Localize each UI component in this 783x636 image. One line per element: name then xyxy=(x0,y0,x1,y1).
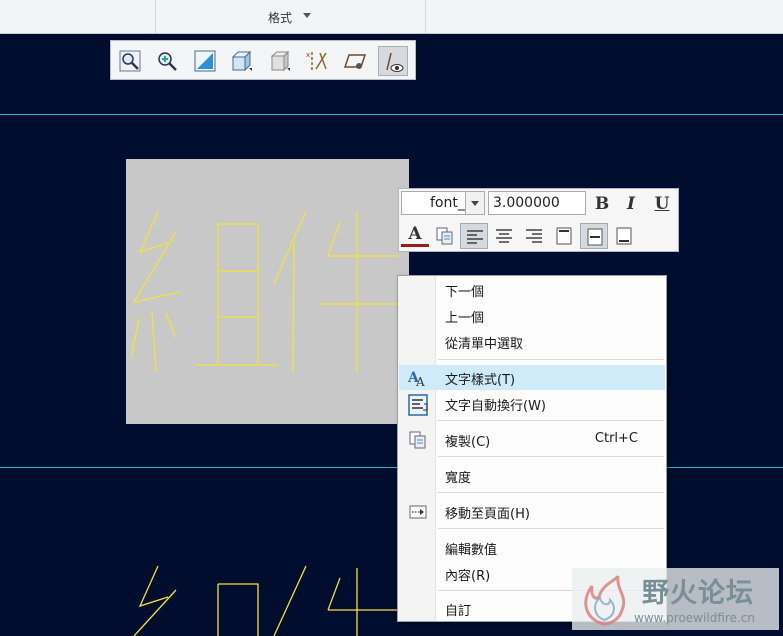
copy-icon xyxy=(407,429,429,455)
italic-button[interactable]: I xyxy=(617,191,645,217)
menu-item-label: 下一個 xyxy=(445,285,485,300)
align-center-icon xyxy=(496,229,512,243)
note-text-lower xyxy=(133,565,398,636)
menu-item-label: 寬度 xyxy=(445,471,472,486)
underline-button[interactable]: U xyxy=(648,191,676,217)
menu-item-pick-from-list[interactable]: 從清單中選取 xyxy=(399,329,665,354)
menu-item-label: 複製(C) xyxy=(445,435,491,450)
menu-separator xyxy=(438,492,664,493)
menu-item-shortcut: Ctrl+C xyxy=(594,431,638,446)
align-top-button[interactable] xyxy=(550,223,578,249)
align-bottom-button[interactable] xyxy=(610,223,638,249)
watermark-url: www.proewildfire.cn xyxy=(634,611,755,625)
align-left-button[interactable] xyxy=(460,223,488,249)
align-top-icon xyxy=(556,227,572,245)
text-style-icon: A A xyxy=(407,367,429,393)
menu-item-edit-value[interactable]: 編輯數值 xyxy=(399,535,665,560)
align-bottom-icon xyxy=(616,227,632,245)
copy-format-icon xyxy=(436,227,453,245)
align-left-icon xyxy=(467,230,483,244)
font-select-value: font_ xyxy=(430,195,465,211)
menu-item-label: 從清單中選取 xyxy=(445,337,524,352)
menu-separator xyxy=(438,528,664,529)
bold-button[interactable]: B xyxy=(588,191,616,217)
menu-item-label: 文字自動換行(W) xyxy=(445,399,546,414)
menu-item-label: 移動至頁面(H) xyxy=(445,507,530,522)
menu-item-label: 上一個 xyxy=(445,311,485,326)
menu-item-text-wrap[interactable]: 文字自動換行(W) xyxy=(399,391,665,416)
note-text-upper xyxy=(130,210,398,373)
text-color-button[interactable]: A xyxy=(401,223,429,247)
menu-item-label: 內容(R) xyxy=(445,569,491,584)
align-middle-icon xyxy=(587,228,603,246)
text-format-toolbar: font_ B I U A xyxy=(398,188,679,252)
chevron-down-icon[interactable] xyxy=(465,192,484,214)
menu-item-copy[interactable]: 複製(C) Ctrl+C xyxy=(399,427,665,452)
menu-item-label: 自訂 xyxy=(445,604,472,619)
paste-format-button[interactable] xyxy=(431,223,459,249)
align-right-button[interactable] xyxy=(520,223,548,249)
menu-item-next[interactable]: 下一個 xyxy=(399,277,665,302)
align-middle-button[interactable] xyxy=(580,223,608,249)
align-right-icon xyxy=(526,229,542,243)
menu-item-previous[interactable]: 上一個 xyxy=(399,303,665,328)
menu-item-move-to-sheet[interactable]: 移動至頁面(H) xyxy=(399,499,665,524)
font-select[interactable]: font_ xyxy=(401,191,485,215)
menu-separator xyxy=(438,456,664,457)
move-to-sheet-icon xyxy=(407,501,429,527)
align-center-button[interactable] xyxy=(490,223,518,249)
flame-logo-icon xyxy=(584,575,626,626)
forum-watermark: 野火论坛 www.proewildfire.cn xyxy=(572,568,779,630)
text-wrap-icon xyxy=(407,393,431,421)
svg-text:A: A xyxy=(415,375,425,389)
menu-item-label: 編輯數值 xyxy=(445,543,498,558)
text-height-input[interactable] xyxy=(488,191,586,215)
menu-item-label: 文字樣式(T) xyxy=(445,373,516,388)
menu-separator xyxy=(438,359,664,360)
menu-item-text-style[interactable]: A A 文字樣式(T) xyxy=(399,365,665,390)
menu-separator xyxy=(438,420,664,421)
watermark-text: 野火论坛 xyxy=(642,578,754,609)
menu-item-width[interactable]: 寬度 xyxy=(399,463,665,488)
